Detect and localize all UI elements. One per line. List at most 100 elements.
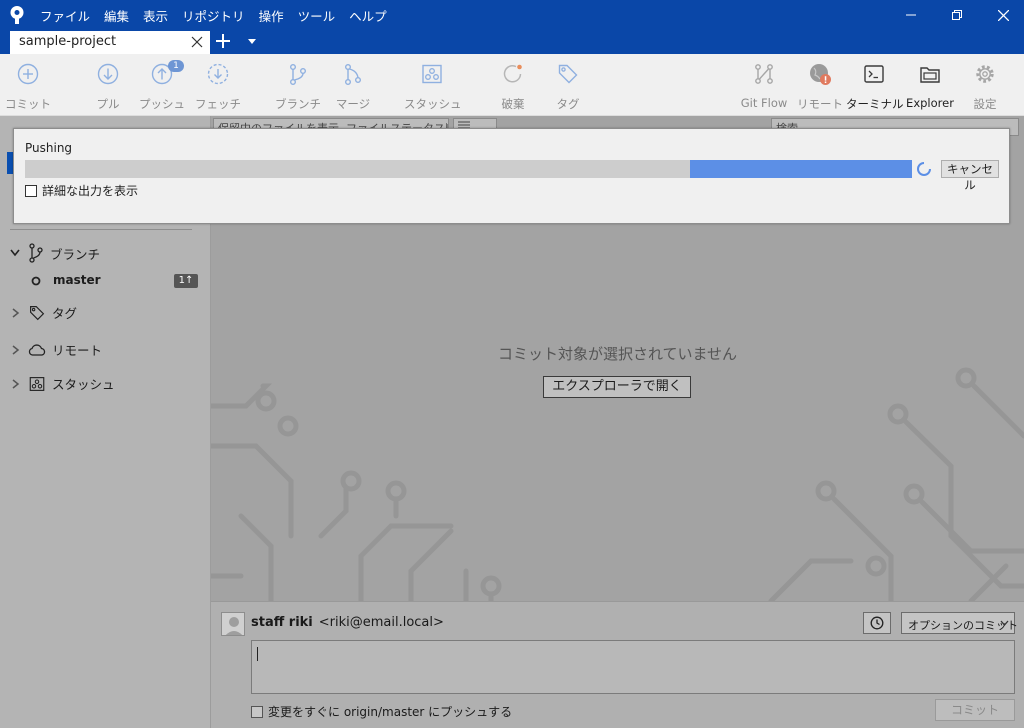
chevron-down-icon — [10, 249, 20, 257]
push-progress-dialog: Pushing キャンセル 詳細な出力を表示 — [13, 128, 1010, 224]
menu-tools[interactable]: ツール — [298, 6, 336, 25]
sourcetree-logo-icon — [10, 6, 24, 24]
branch-icon — [289, 64, 306, 86]
tab-dropdown-icon[interactable] — [248, 39, 256, 44]
minimize-button[interactable] — [888, 0, 934, 30]
cancel-button[interactable]: キャンセル — [941, 160, 999, 192]
menu-bar: ファイル 編集 表示 リポジトリ 操作 ツール ヘルプ — [40, 0, 401, 30]
pull-arrow-icon — [97, 63, 119, 85]
fetch-icon — [207, 63, 229, 85]
ahead-count-badge: 1↑ — [174, 274, 198, 288]
open-in-explorer-button[interactable]: エクスプローラで開く — [543, 376, 691, 398]
commit-options-dropdown[interactable]: オプションのコミット — [901, 612, 1018, 634]
add-tab-icon[interactable] — [215, 33, 231, 49]
menu-repository[interactable]: リポジトリ — [182, 6, 245, 25]
gitflow-tool-label: Git Flow — [740, 96, 788, 110]
discard-tool-button[interactable]: 破棄 — [485, 62, 541, 112]
sidebar-item-master[interactable]: master — [53, 273, 101, 287]
stash-icon — [422, 64, 442, 84]
dialog-title: Pushing — [25, 141, 73, 155]
push-tool-button[interactable]: 1 プッシュ — [134, 60, 190, 112]
stash-tool-label: スタッシュ — [404, 97, 462, 111]
pull-tool-label: プル — [96, 97, 120, 111]
current-branch-dot-icon — [31, 276, 41, 286]
progress-fill — [690, 160, 912, 178]
push-progress-bar — [25, 160, 912, 178]
chevron-right-icon — [12, 344, 20, 355]
commit-message-input[interactable] — [251, 640, 1015, 694]
terminal-tool-button[interactable]: ターミナル — [846, 62, 904, 112]
user-silhouette-icon — [225, 617, 243, 635]
close-window-button[interactable] — [980, 0, 1024, 30]
tab-close-icon[interactable] — [191, 36, 203, 48]
commit-panel: staff riki <riki@email.local> オプションのコミット … — [211, 601, 1024, 728]
menu-actions[interactable]: 操作 — [259, 6, 284, 25]
sidebar-divider — [10, 229, 192, 230]
history-button[interactable] — [863, 612, 891, 634]
remote-tool-label: リモート — [797, 97, 843, 111]
fetch-tool-label: フェッチ — [195, 97, 241, 111]
commit-tool-button[interactable]: コミット — [0, 62, 56, 112]
commit-tool-label: コミット — [5, 97, 51, 111]
restore-button[interactable] — [934, 0, 980, 30]
verbose-output-checkbox[interactable]: 詳細な出力を表示 — [25, 182, 138, 199]
sidebar-section-remotes[interactable]: リモート — [10, 340, 102, 359]
folder-icon — [920, 67, 940, 83]
fetch-tool-button[interactable]: フェッチ — [190, 62, 246, 112]
sidebar-stashes-label: スタッシュ — [52, 377, 115, 392]
terminal-tool-label: ターミナル — [846, 97, 904, 111]
chevron-right-icon — [12, 307, 20, 318]
explorer-tool-label: Explorer — [906, 96, 954, 110]
settings-tool-label: 設定 — [973, 97, 997, 111]
restore-icon — [952, 10, 962, 20]
tag-icon — [558, 64, 578, 84]
author-email: <riki@email.local> — [318, 615, 444, 630]
branch-icon — [29, 243, 43, 263]
menu-view[interactable]: 表示 — [143, 6, 168, 25]
sidebar-tags-label: タグ — [52, 306, 78, 321]
menu-file[interactable]: ファイル — [40, 6, 90, 25]
branch-tool-label: ブランチ — [275, 97, 321, 111]
minimize-icon — [906, 14, 916, 16]
stash-icon — [29, 376, 45, 391]
checkbox-box — [251, 705, 263, 718]
commit-button[interactable]: コミット — [935, 699, 1015, 721]
stash-tool-button[interactable]: スタッシュ — [404, 62, 462, 112]
commit-plus-icon — [17, 63, 39, 85]
menu-edit[interactable]: 編集 — [104, 6, 129, 25]
gear-icon — [976, 65, 994, 83]
sidebar-section-tags[interactable]: タグ — [10, 303, 77, 322]
title-bar: ファイル 編集 表示 リポジトリ 操作 ツール ヘルプ — [0, 0, 1024, 30]
tag-tool-button[interactable]: タグ — [540, 62, 596, 112]
menu-help[interactable]: ヘルプ — [349, 6, 387, 25]
sidebar-section-stashes[interactable]: スタッシュ — [10, 374, 115, 393]
commit-author: staff riki <riki@email.local> — [251, 615, 444, 630]
tab-repository[interactable]: sample-project — [10, 31, 210, 54]
gitflow-tool-button[interactable]: Git Flow — [736, 62, 792, 110]
sidebar-branches-label: ブランチ — [50, 246, 101, 262]
pull-tool-button[interactable]: プル — [80, 62, 136, 112]
chevron-right-icon — [12, 378, 20, 389]
merge-icon — [344, 64, 361, 86]
tag-tool-label: タグ — [556, 97, 580, 111]
text-caret — [257, 647, 258, 661]
merge-tool-button[interactable]: マージ — [325, 62, 381, 112]
gitflow-icon — [755, 64, 773, 84]
sidebar-section-branches[interactable]: ブランチ — [10, 243, 100, 263]
discard-tool-label: 破棄 — [501, 97, 525, 111]
remote-tool-button[interactable]: リモート — [792, 62, 848, 112]
push-immediately-label: 変更をすぐに origin/master にプッシュする — [268, 705, 513, 719]
branch-tool-button[interactable]: ブランチ — [270, 62, 326, 112]
toolbar: コミット プル 1 プッシュ フェッチ ブランチ マージ スタッシュ 破棄 タグ… — [0, 54, 1024, 116]
tag-icon — [30, 305, 45, 320]
merge-tool-label: マージ — [335, 97, 371, 111]
sidebar-remotes-label: リモート — [52, 343, 103, 358]
push-immediately-checkbox[interactable]: 変更をすぐに origin/master にプッシュする — [251, 703, 512, 720]
tab-bar: sample-project — [0, 30, 1024, 54]
tab-title: sample-project — [19, 34, 117, 49]
no-commit-selected-message: コミット対象が選択されていません — [497, 345, 738, 363]
explorer-tool-button[interactable]: Explorer — [902, 62, 958, 110]
settings-tool-button[interactable]: 設定 — [957, 62, 1013, 112]
push-tool-label: プッシュ — [139, 97, 185, 111]
remote-globe-icon — [810, 64, 831, 85]
